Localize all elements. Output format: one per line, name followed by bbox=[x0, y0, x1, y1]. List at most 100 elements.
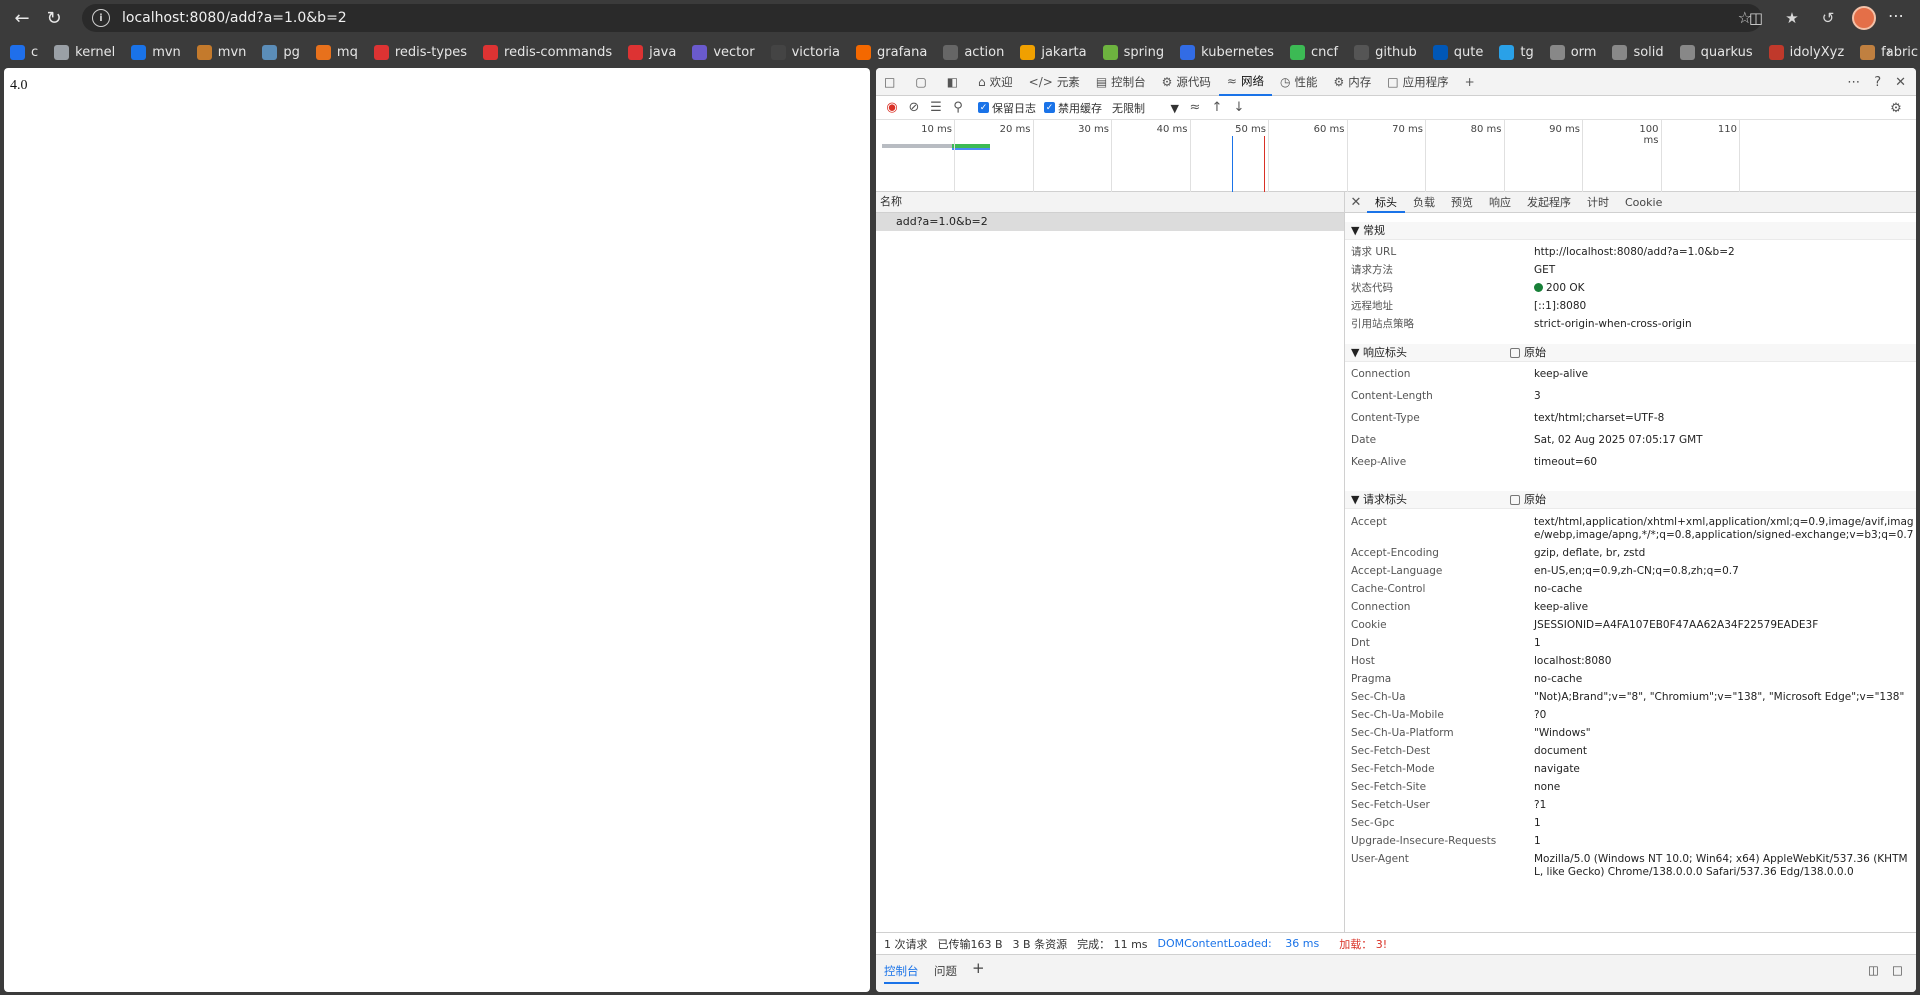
devtools-tab[interactable]: ▤ 控制台 bbox=[1088, 68, 1154, 96]
add-tab-icon[interactable]: + bbox=[972, 959, 985, 977]
reload-icon[interactable]: ↻ bbox=[40, 4, 68, 32]
bookmark-item[interactable]: grafana bbox=[856, 44, 927, 60]
timeline-tick-label: 10 ms bbox=[921, 124, 952, 135]
bookmark-item[interactable]: vector bbox=[692, 44, 755, 60]
request-row[interactable]: add?a=1.0&b=2 bbox=[876, 213, 1344, 231]
bookmark-item[interactable]: github bbox=[1354, 44, 1417, 60]
undock-icon[interactable]: ◫ bbox=[1868, 963, 1879, 977]
detail-tab[interactable]: 计时 bbox=[1579, 192, 1617, 213]
bookmark-item[interactable]: victoria bbox=[770, 44, 840, 60]
devtools-tab[interactable]: □ 应用程序 bbox=[1379, 68, 1456, 96]
bookmark-favicon-icon bbox=[1354, 44, 1370, 60]
close-icon[interactable]: ✕ bbox=[1345, 195, 1367, 210]
request-list-header[interactable]: 名称 bbox=[876, 192, 1344, 213]
devtools-tab[interactable]: ⌂ 欢迎 bbox=[970, 68, 1021, 96]
upload-icon[interactable]: ↑ bbox=[1207, 98, 1227, 118]
more-icon[interactable]: ⋯ bbox=[1847, 75, 1860, 90]
network-timeline[interactable]: 10 ms 20 ms 30 ms 40 ms 50 ms 60 ms 70 ms 80 ms… bbox=[876, 120, 1916, 192]
inspect-icon[interactable]: ▢ bbox=[907, 68, 938, 96]
detail-tab[interactable]: 响应 bbox=[1481, 192, 1519, 213]
devtools-tab[interactable]: ≈ 网络 bbox=[1218, 68, 1272, 96]
close-icon[interactable]: ✕ bbox=[1895, 75, 1906, 90]
timeline-gridline bbox=[1739, 120, 1740, 192]
split-screen-icon[interactable]: ◫ bbox=[1744, 6, 1768, 30]
preserve-log-checkbox[interactable]: ✓ 保留日志 bbox=[978, 100, 1036, 116]
bookmark-item[interactable]: spring bbox=[1102, 44, 1164, 60]
devtools-tab[interactable]: ◷ 性能 bbox=[1272, 68, 1325, 96]
bookmark-item[interactable]: tg bbox=[1499, 44, 1534, 60]
search-icon[interactable]: ⚲ bbox=[948, 98, 968, 118]
timeline-gridline bbox=[1111, 120, 1112, 192]
detail-tab[interactable]: 标头 bbox=[1367, 192, 1405, 213]
avatar[interactable] bbox=[1852, 6, 1876, 30]
timeline-tick-label: 60 ms bbox=[1313, 124, 1345, 135]
drawer-tab-console[interactable]: 控制台 bbox=[884, 963, 919, 984]
help-icon[interactable]: ? bbox=[1874, 75, 1881, 90]
bookmark-favicon-icon bbox=[1612, 44, 1628, 60]
bookmark-item[interactable]: mq bbox=[315, 44, 358, 60]
chevron-right-icon[interactable]: › bbox=[1886, 44, 1892, 60]
back-icon[interactable]: ← bbox=[8, 4, 36, 32]
raw-checkbox[interactable]: 原始 bbox=[1510, 491, 1546, 509]
dock-icon[interactable]: ◧ bbox=[939, 68, 970, 96]
bookmark-item[interactable]: cncf bbox=[1289, 44, 1338, 60]
bookmark-item[interactable]: pg bbox=[262, 44, 300, 60]
history-icon[interactable]: ↺ bbox=[1816, 6, 1840, 30]
section-header-response_headers[interactable]: ▼ 响应标头 原始 bbox=[1345, 344, 1916, 362]
timeline-tick-label: 30 ms bbox=[1078, 124, 1109, 135]
bookmark-item[interactable]: orm bbox=[1549, 44, 1596, 60]
bookmark-item[interactable]: kubernetes bbox=[1180, 44, 1274, 60]
timeline-tick-label: 70 ms bbox=[1392, 124, 1423, 135]
bookmark-item[interactable]: java bbox=[628, 44, 676, 60]
section-header-general[interactable]: ▼ 常规 bbox=[1345, 222, 1916, 240]
devtools-tab[interactable]: ⚙ 内存 bbox=[1325, 68, 1379, 96]
bookmark-item[interactable]: solid bbox=[1612, 44, 1664, 60]
timeline-tick-label: 40 ms bbox=[1156, 124, 1188, 135]
section-header-request_headers[interactable]: ▼ 请求标头 原始 bbox=[1345, 491, 1916, 509]
detail-tab[interactable]: 负载 bbox=[1405, 192, 1443, 213]
bookmark-item[interactable]: jakarta bbox=[1020, 44, 1087, 60]
add-tab-icon[interactable]: + bbox=[1457, 68, 1487, 96]
timeline-gridline bbox=[1189, 120, 1191, 192]
favorites-icon[interactable]: ★ bbox=[1780, 6, 1804, 30]
bookmark-item[interactable]: qute bbox=[1432, 44, 1483, 60]
bookmark-item[interactable]: mvn bbox=[131, 44, 181, 60]
devtools-tab[interactable]: ⚙ 源代码 bbox=[1154, 68, 1219, 96]
wifi-settings-icon[interactable]: ≈ bbox=[1185, 98, 1205, 118]
clear-icon[interactable]: ⊘ bbox=[904, 98, 924, 118]
bookmark-item[interactable]: action bbox=[943, 44, 1004, 60]
pane-divider[interactable] bbox=[1344, 192, 1345, 932]
address-bar[interactable]: i localhost:8080/add?a=1.0&b=2 ☆ bbox=[82, 4, 1762, 32]
address-text: localhost:8080/add?a=1.0&b=2 bbox=[122, 10, 347, 26]
timeline-tick-label: 20 ms bbox=[999, 124, 1031, 135]
tab-icon: ⌂ bbox=[978, 74, 986, 89]
detail-tab[interactable]: 预览 bbox=[1443, 192, 1481, 213]
info-icon[interactable]: i bbox=[92, 9, 110, 27]
bookmark-item[interactable]: quarkus bbox=[1679, 44, 1753, 60]
close-drawer-icon[interactable]: □ bbox=[1892, 963, 1903, 977]
devtools-tab[interactable]: </> 元素 bbox=[1021, 68, 1088, 96]
device-toolbar-icon[interactable]: □ bbox=[876, 68, 907, 96]
bookmark-item[interactable]: idolyXyz bbox=[1768, 44, 1844, 60]
gear-icon[interactable]: ⚙ bbox=[1886, 98, 1906, 118]
throttle-select[interactable]: 无限制 ▼ bbox=[1112, 100, 1179, 116]
tab-icon: ◷ bbox=[1279, 74, 1291, 89]
record-icon[interactable]: ◉ bbox=[882, 98, 902, 118]
download-icon[interactable]: ↓ bbox=[1229, 98, 1249, 118]
bookmark-item[interactable]: redis-commands bbox=[483, 44, 612, 60]
status-finish: 完成： 11 ms bbox=[1077, 937, 1148, 951]
more-icon[interactable]: ⋯ bbox=[1888, 6, 1904, 25]
bookmark-item[interactable]: redis-types bbox=[373, 44, 467, 60]
bookmark-item[interactable]: kernel bbox=[54, 44, 115, 60]
bookmark-favicon-icon bbox=[1679, 44, 1695, 60]
tab-icon: ▤ bbox=[1095, 74, 1108, 89]
disable-cache-checkbox[interactable]: ✓ 禁用缓存 bbox=[1044, 100, 1102, 116]
detail-tab[interactable]: 发起程序 bbox=[1519, 192, 1579, 213]
bookmark-item[interactable]: c bbox=[10, 44, 38, 60]
filter-icon[interactable]: ☰ bbox=[926, 98, 946, 118]
detail-tab[interactable]: Cookie bbox=[1617, 192, 1670, 213]
bookmark-item[interactable]: mvn bbox=[196, 44, 246, 60]
drawer-tab-issues[interactable]: 问题 bbox=[934, 963, 957, 979]
browser-window: ← ↻ i localhost:8080/add?a=1.0&b=2 ☆ ◫ ★… bbox=[0, 0, 1920, 995]
raw-checkbox[interactable]: 原始 bbox=[1510, 344, 1546, 362]
